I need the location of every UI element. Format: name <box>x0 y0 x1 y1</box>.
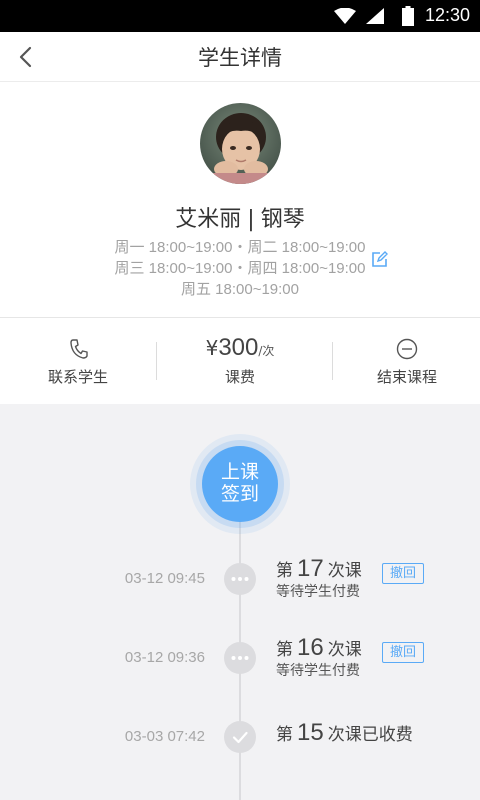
checkin-button[interactable]: 上课 签到 <box>202 446 278 522</box>
more-dots-icon <box>231 577 249 581</box>
lesson-status: 等待学生付费 <box>276 663 360 679</box>
entry-date: 03-12 09:36 <box>124 649 205 666</box>
lesson-timeline: 上课 签到 03-12 09:45 第 17 次课 等待学生付费 撤回 03-12 … <box>0 404 480 800</box>
battery-icon <box>402 6 414 26</box>
lesson-number: 16 <box>297 634 324 661</box>
timeline-entry: 03-12 09:45 第 17 次课 等待学生付费 撤回 <box>0 555 480 600</box>
schedule-line: 周一 18:00~19:00・周二 18:00~19:00 <box>114 239 366 256</box>
contact-student-button[interactable]: 联系学生 <box>0 318 156 404</box>
fee-amount: 300 <box>218 334 259 361</box>
divider <box>156 342 157 380</box>
lesson-number: 17 <box>297 555 324 582</box>
contact-student-label: 联系学生 <box>47 368 108 386</box>
lesson-suffix: 次课已收费 <box>327 725 413 745</box>
nav-bar: 学生详情 <box>0 32 480 82</box>
lesson-suffix: 次课 <box>327 640 362 660</box>
checkin-label-line2: 签到 <box>220 483 259 505</box>
node-pending <box>224 563 256 595</box>
timeline-entry: 03-12 09:36 第 16 次课 等待学生付费 撤回 <box>0 634 480 679</box>
end-course-button[interactable]: 结束课程 <box>329 318 480 404</box>
lesson-fee: ¥300/次 课费 <box>162 318 318 404</box>
wifi-icon <box>334 8 356 24</box>
status-bar: 12:30 <box>0 0 480 32</box>
lesson-suffix: 次课 <box>327 561 362 581</box>
lesson-title: 第 15 次课已收费 <box>276 719 413 747</box>
course-name: 钢琴 <box>260 207 305 232</box>
entry-date: 03-12 09:45 <box>124 570 205 587</box>
phone-icon <box>70 339 88 359</box>
fee-currency: ¥ <box>205 336 219 360</box>
lesson-prefix: 第 <box>276 561 293 581</box>
name-separator: | <box>247 207 255 232</box>
check-icon <box>232 731 248 744</box>
signal-icon <box>366 8 384 24</box>
schedule-line: 周三 18:00~19:00・周四 18:00~19:00 <box>114 260 366 277</box>
edit-icon[interactable] <box>371 251 388 268</box>
revoke-button[interactable]: 撤回 <box>382 642 424 663</box>
action-bar: 联系学生 ¥300/次 课费 结束课程 <box>0 318 480 404</box>
fee-unit: /次 <box>258 344 275 358</box>
lesson-number: 15 <box>297 719 324 746</box>
lesson-prefix: 第 <box>276 725 293 745</box>
revoke-button[interactable]: 撤回 <box>382 563 424 584</box>
schedule-line: 周五 18:00~19:00 <box>180 281 299 298</box>
clock: 12:30 <box>424 5 470 25</box>
lesson-prefix: 第 <box>276 640 293 660</box>
lesson-title: 第 16 次课 <box>276 634 362 662</box>
fee-price: ¥300/次 <box>162 334 318 362</box>
checkin-label-line1: 上课 <box>220 461 259 483</box>
timeline-entry: 03-03 07:42 第 15 次课已收费 <box>0 717 480 757</box>
avatar <box>200 103 281 184</box>
more-dots-icon <box>231 656 249 660</box>
node-paid <box>224 721 256 753</box>
student-profile: 艾米丽 | 钢琴 周一 18:00~19:00・周二 18:00~19:00 周三 … <box>0 82 480 318</box>
node-pending <box>224 642 256 674</box>
student-name: 艾米丽 <box>175 207 242 232</box>
fee-label: 课费 <box>224 368 255 386</box>
entry-date: 03-03 07:42 <box>124 728 205 745</box>
minus-circle-icon <box>396 338 418 360</box>
lesson-title: 第 17 次课 <box>276 555 362 583</box>
lesson-status: 等待学生付费 <box>276 584 360 600</box>
page-title: 学生详情 <box>198 46 282 70</box>
end-course-label: 结束课程 <box>376 368 437 386</box>
student-name-course: 艾米丽 | 钢琴 <box>0 201 480 233</box>
